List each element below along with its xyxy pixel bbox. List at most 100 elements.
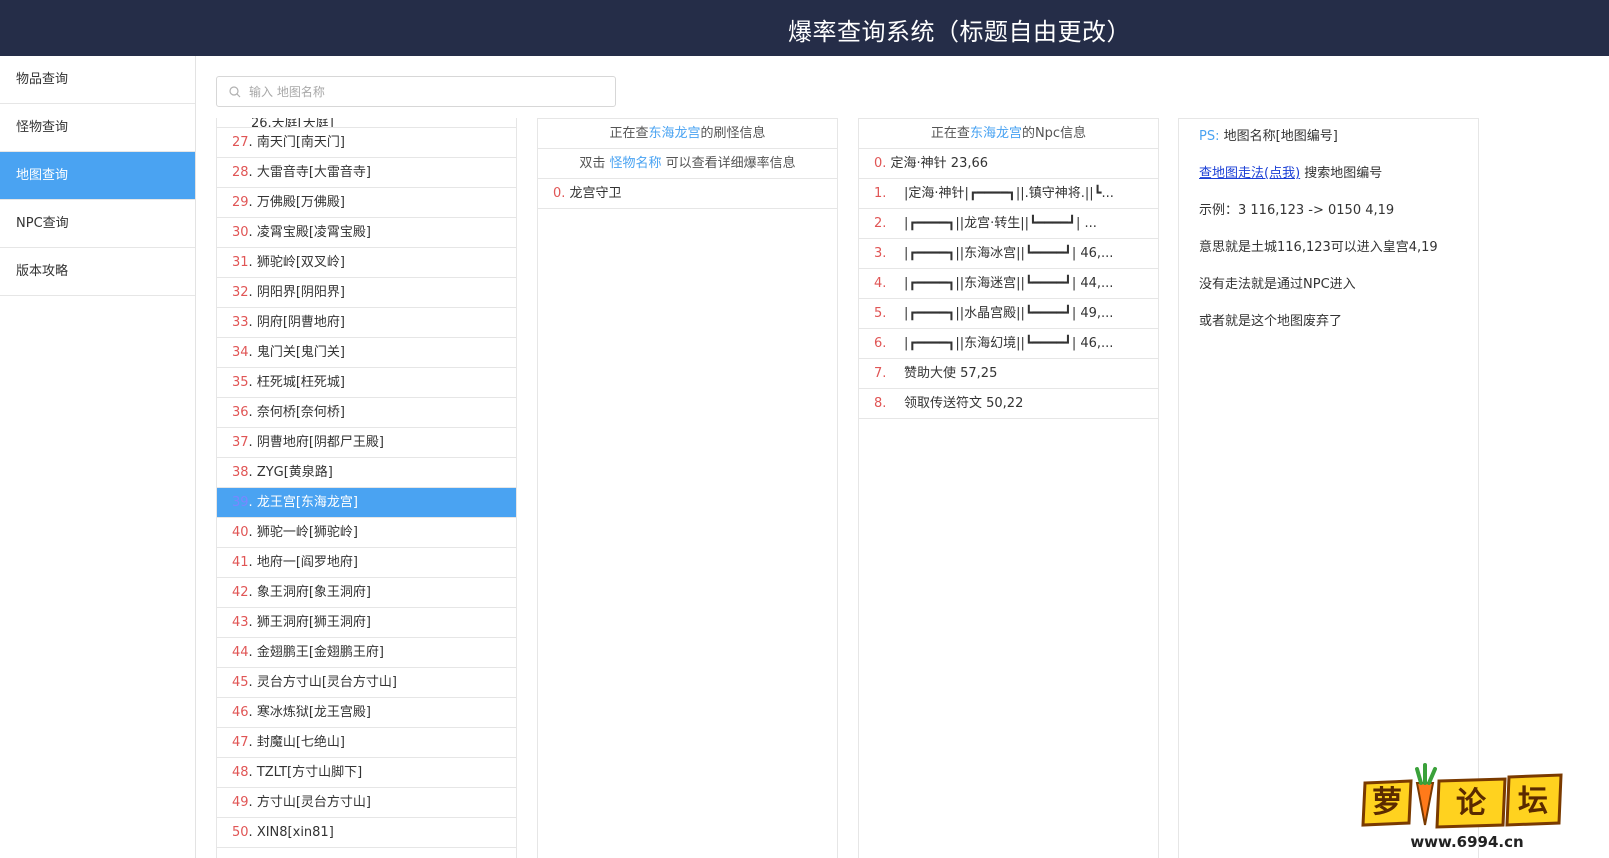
npc-row[interactable]: 2. |┏━━━━┓||龙宫·转生||┗━━━━┛| ... [859, 209, 1158, 239]
map-list-item[interactable]: 35. 枉死城[枉死城] [217, 368, 516, 398]
map-list-item[interactable]: 46. 寒冰炼狱[龙王宫殿] [217, 698, 516, 728]
map-list-item[interactable]: 38. ZYG[黄泉路] [217, 458, 516, 488]
map-index: 41 [232, 555, 249, 570]
map-list-item[interactable]: 39. 龙王宫[东海龙宫] [217, 488, 516, 518]
map-index: 27 [232, 135, 249, 150]
map-index: 30 [232, 225, 249, 240]
npc-index: 5. [874, 306, 887, 321]
map-list[interactable]: 26.天庭[天庭] 27. 南天门[南天门] 28. 大雷音寺[大雷音寺] 29. … [216, 118, 517, 858]
map-name: 象王洞府[象王洞府] [256, 585, 371, 600]
npc-index: 2. [874, 216, 887, 231]
map-name: 地府一[阎罗地府] [256, 555, 358, 570]
map-list-item[interactable]: 37. 阴曹地府[阴都尸王殿] [217, 428, 516, 458]
ps-note: PS: 地图名称[地图编号] [1199, 125, 1338, 144]
map-list-item[interactable]: 31. 狮驼岭[双叉岭] [217, 248, 516, 278]
map-index: 48 [232, 765, 249, 780]
map-index-dot: . [248, 525, 257, 540]
map-list-item[interactable]: 32. 阴阳界[阴阳界] [217, 278, 516, 308]
map-list-item[interactable]: 49. 方寸山[灵台方寸山] [217, 788, 516, 818]
map-name: 鬼门关[鬼门关] [256, 345, 345, 360]
sidebar-item-monster-query[interactable]: 怪物查询 [0, 104, 195, 152]
map-name: ZYG[黄泉路] [256, 465, 333, 480]
ps-example: 示例：3 116,123 -> 0150 4,19 [1199, 203, 1395, 218]
map-list-item[interactable]: 28. 大雷音寺[大雷音寺] [217, 158, 516, 188]
npc-row[interactable]: 3. |┏━━━━┓||东海冰宫||┗━━━━┛| 46,... [859, 239, 1158, 269]
npc-text: |┏━━━━┓||东海幻境||┗━━━━┛| 46,... [904, 336, 1114, 351]
sidebar-item-map-query[interactable]: 地图查询 [0, 152, 195, 200]
map-list-item[interactable]: 34. 鬼门关[鬼门关] [217, 338, 516, 368]
map-name: 枉死城[枉死城] [256, 375, 345, 390]
map-list-item[interactable]: 48. TZLT[方寸山脚下] [217, 758, 516, 788]
map-index-dot: . [248, 795, 257, 810]
map-list-item[interactable]: 42. 象王洞府[象王洞府] [217, 578, 516, 608]
carrot-icon [1415, 763, 1437, 826]
map-name: TZLT[方寸山脚下] [256, 765, 363, 780]
hint-suffix: 可以查看详细爆率信息 [661, 156, 796, 171]
sidebar-item-version-guide[interactable]: 版本攻略 [0, 248, 195, 296]
map-index-dot: . [248, 255, 257, 270]
npc-row[interactable]: 6. |┏━━━━┓||东海幻境||┗━━━━┛| 46,... [859, 329, 1158, 359]
map-index-dot: . [248, 585, 257, 600]
map-index-dot: . [248, 315, 257, 330]
map-index: 44 [232, 645, 249, 660]
map-list-item[interactable]: 30. 凌霄宝殿[凌霄宝殿] [217, 218, 516, 248]
map-index-dot: . [248, 765, 257, 780]
npc-text: |┏━━━━┓||东海冰宫||┗━━━━┛| 46,... [904, 246, 1114, 261]
row-index: 0. [553, 186, 566, 201]
npc-row[interactable]: 4. |┏━━━━┓||东海迷宫||┗━━━━┛| 44,... [859, 269, 1158, 299]
map-index-dot: . [248, 285, 257, 300]
hint-monster-name: 怪物名称 [609, 156, 662, 171]
npc-row[interactable]: 0. 定海·神针 23,66 [859, 149, 1158, 179]
ps-link-line: 查地图走法(点我) 搜索地图编号 [1199, 162, 1382, 181]
map-route-link[interactable]: 查地图走法(点我) [1199, 166, 1300, 181]
npc-row[interactable]: 1. |定海·神针|┏━━━━┓||.镇守神将.||┗... [859, 179, 1158, 209]
map-index: 32 [232, 285, 249, 300]
map-list-item[interactable]: 29. 万佛殿[万佛殿] [217, 188, 516, 218]
partial-row-text: 26.天庭[天庭] [251, 118, 334, 128]
map-index-dot: . [248, 825, 257, 840]
map-name: 阴府[阴曹地府] [256, 315, 345, 330]
map-list-item[interactable]: 40. 狮驼一岭[狮驼岭] [217, 518, 516, 548]
npc-text: 赞助大使 57,25 [904, 366, 998, 381]
map-search-input[interactable] [249, 77, 609, 106]
map-list-item[interactable]: 27. 南天门[南天门] [217, 128, 516, 158]
map-index-dot: . [248, 675, 257, 690]
map-list-item[interactable]: 45. 灵台方寸山[灵台方寸山] [217, 668, 516, 698]
map-list-item[interactable]: 43. 狮王洞府[狮王洞府] [217, 608, 516, 638]
map-list-item[interactable]: 50. XIN8[xin81] [217, 818, 516, 848]
map-index-dot: . [248, 615, 257, 630]
svg-text:坛: 坛 [1518, 784, 1548, 819]
npc-text: |┏━━━━┓||龙宫·转生||┗━━━━┛| ... [904, 216, 1097, 231]
npc-row[interactable]: 5. |┏━━━━┓||水晶宫殿||┗━━━━┛| 49,... [859, 299, 1158, 329]
map-index: 38 [232, 465, 249, 480]
npc-row[interactable]: 8. 领取传送符文 50,22 [859, 389, 1158, 419]
map-index-dot: . [248, 405, 257, 420]
ps-info-panel: PS: 地图名称[地图编号] 查地图走法(点我) 搜索地图编号 示例：3 116… [1178, 118, 1479, 858]
search-icon [229, 86, 241, 98]
npc-row[interactable]: 7. 赞助大使 57,25 [859, 359, 1158, 389]
ps-text: 地图名称[地图编号] [1219, 129, 1338, 144]
npc-index: 7. [874, 366, 887, 381]
npc-head-suffix: 的Npc信息 [1021, 126, 1087, 141]
ps-abandoned: 或者就是这个地图废弃了 [1199, 314, 1343, 329]
map-index-dot: . [248, 555, 257, 570]
npc-index: 3. [874, 246, 887, 261]
map-list-item[interactable]: 44. 金翅鹏王[金翅鹏王府] [217, 638, 516, 668]
map-index: 46 [232, 705, 249, 720]
map-name: 万佛殿[万佛殿] [256, 195, 345, 210]
map-name: 狮驼岭[双叉岭] [256, 255, 345, 270]
npc-panel-header: 正在查东海龙宫的Npc信息 [859, 119, 1158, 149]
map-list-item[interactable]: 33. 阴府[阴曹地府] [217, 308, 516, 338]
map-search-box[interactable] [216, 76, 616, 107]
monster-head-suffix: 的刷怪信息 [700, 126, 766, 141]
map-list-item[interactable]: 47. 封魔山[七绝山] [217, 728, 516, 758]
monster-row[interactable]: 0. 龙宫守卫 [538, 179, 837, 209]
map-index: 35 [232, 375, 249, 390]
map-index-dot: . [248, 135, 257, 150]
map-name: 阴阳界[阴阳界] [256, 285, 345, 300]
map-index: 33 [232, 315, 249, 330]
sidebar-item-npc-query[interactable]: NPC查询 [0, 200, 195, 248]
map-list-item[interactable]: 36. 奈何桥[奈何桥] [217, 398, 516, 428]
sidebar-item-item-query[interactable]: 物品查询 [0, 56, 195, 104]
map-list-item[interactable]: 41. 地府一[阎罗地府] [217, 548, 516, 578]
